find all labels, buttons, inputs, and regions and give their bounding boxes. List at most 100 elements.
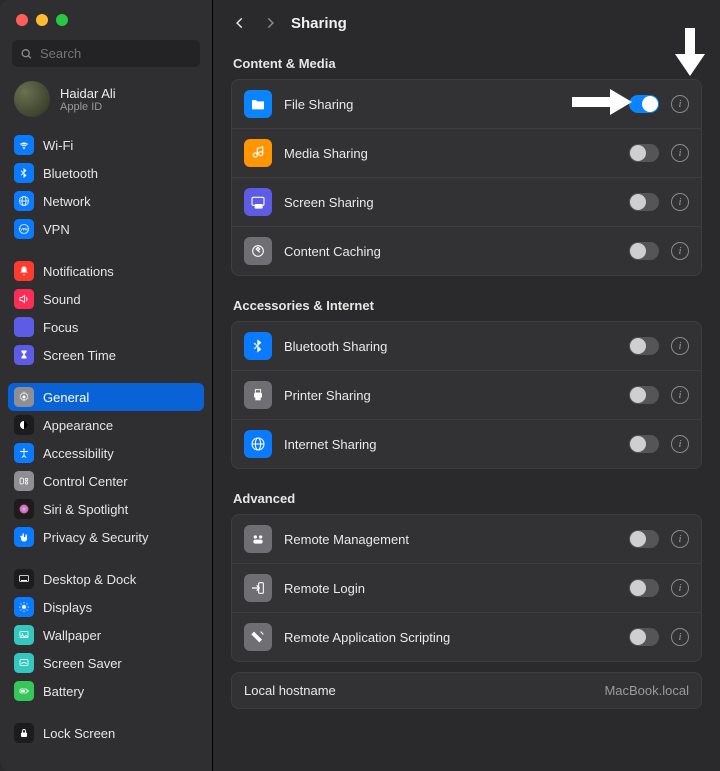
nav-forward-button[interactable]	[261, 14, 279, 32]
sidebar-group: General Appearance Accessibility Control Ce…	[8, 383, 204, 551]
sidebar-item-bluetooth[interactable]: Bluetooth	[8, 159, 204, 187]
toggle-remote-management[interactable]	[629, 530, 659, 548]
sidebar-item-label: Sound	[43, 292, 81, 307]
apple-id-account[interactable]: Haidar Ali Apple ID	[0, 77, 212, 129]
script-icon	[244, 623, 272, 651]
toggle-bluetooth-sharing[interactable]	[629, 337, 659, 355]
sidebar-item-label: Control Center	[43, 474, 128, 489]
sidebar-list: Wi-Fi BluetoothNetworkVPNVPN Notifications…	[0, 129, 212, 771]
annotation-arrow-down-icon	[675, 28, 705, 76]
row-label: Remote Application Scripting	[284, 630, 617, 645]
sidebar-item-label: VPN	[43, 222, 70, 237]
main-header: Sharing	[213, 0, 720, 40]
toggle-internet-sharing[interactable]	[629, 435, 659, 453]
sidebar-item-focus[interactable]: Focus	[8, 313, 204, 341]
info-button[interactable]: i	[671, 95, 689, 113]
row-remote-management: Remote Managementi	[232, 515, 701, 563]
toggle-file-sharing[interactable]	[629, 95, 659, 113]
cache-icon	[244, 237, 272, 265]
row-label: Remote Login	[284, 581, 617, 596]
siri-icon	[14, 499, 34, 519]
sidebar-item-notifications[interactable]: Notifications	[8, 257, 204, 285]
row-remote-application-scripting: Remote Application Scripting i	[232, 612, 701, 661]
hostname-value: MacBook.local	[604, 683, 689, 698]
remote-icon	[244, 525, 272, 553]
sidebar-item-screen-saver[interactable]: Screen Saver	[8, 649, 204, 677]
folder-icon	[244, 90, 272, 118]
section-advanced: AdvancedRemote ManagementiRemote LoginiR…	[213, 475, 720, 668]
toggle-remote-login[interactable]	[629, 579, 659, 597]
search-field-wrap	[12, 40, 200, 67]
toggle-printer-sharing[interactable]	[629, 386, 659, 404]
row-label: Content Caching	[284, 244, 617, 259]
sidebar-item-lock-screen[interactable]: Lock Screen	[8, 719, 204, 747]
info-button[interactable]: i	[671, 242, 689, 260]
sidebar-item-siri-spotlight[interactable]: Siri & Spotlight	[8, 495, 204, 523]
info-button[interactable]: i	[671, 579, 689, 597]
sound-icon	[14, 289, 34, 309]
info-button[interactable]: i	[671, 628, 689, 646]
account-sub: Apple ID	[60, 101, 116, 113]
sidebar-item-desktop-dock[interactable]: Desktop & Dock	[8, 565, 204, 593]
main-pane: Sharing Content & MediaFile SharingiMedi…	[213, 0, 720, 771]
sidebar-group: Desktop & Dock Displays Wallpaper Screen Sa…	[8, 565, 204, 705]
sidebar-item-label: Focus	[43, 320, 78, 335]
sidebar-item-network[interactable]: Network	[8, 187, 204, 215]
info-button[interactable]: i	[671, 530, 689, 548]
sidebar-item-label: Desktop & Dock	[43, 572, 136, 587]
screen-icon	[244, 188, 272, 216]
sidebar-item-battery[interactable]: Battery	[8, 677, 204, 705]
row-label: Bluetooth Sharing	[284, 339, 617, 354]
sidebar-item-label: Wi-Fi	[43, 138, 73, 153]
row-label: Media Sharing	[284, 146, 617, 161]
panel: Remote ManagementiRemote LoginiRemote Ap…	[231, 514, 702, 662]
media-icon	[244, 139, 272, 167]
toggle-remote-application-scripting[interactable]	[629, 628, 659, 646]
sidebar-item-wi-fi[interactable]: Wi-Fi	[8, 131, 204, 159]
sidebar-item-label: Accessibility	[43, 446, 114, 461]
sidebar-item-vpn[interactable]: VPNVPN	[8, 215, 204, 243]
section-content-media: Content & MediaFile SharingiMedia Sharin…	[213, 40, 720, 282]
info-button[interactable]: i	[671, 193, 689, 211]
close-window-button[interactable]	[16, 14, 28, 26]
zoom-window-button[interactable]	[56, 14, 68, 26]
minimize-window-button[interactable]	[36, 14, 48, 26]
row-remote-login: Remote Login i	[232, 563, 701, 612]
hostname-section: Local hostname MacBook.local	[213, 668, 720, 715]
sidebar: Haidar Ali Apple ID Wi-Fi BluetoothNetwor…	[0, 0, 213, 771]
panel: Bluetooth SharingiPrinter SharingiIntern…	[231, 321, 702, 469]
info-button[interactable]: i	[671, 435, 689, 453]
sidebar-item-label: Wallpaper	[43, 628, 101, 643]
sidebar-item-label: Appearance	[43, 418, 113, 433]
info-button[interactable]: i	[671, 337, 689, 355]
sidebar-item-appearance[interactable]: Appearance	[8, 411, 204, 439]
search-input[interactable]	[12, 40, 200, 67]
sidebar-item-privacy-security[interactable]: Privacy & Security	[8, 523, 204, 551]
window-controls	[0, 0, 212, 36]
sidebar-item-wallpaper[interactable]: Wallpaper	[8, 621, 204, 649]
sidebar-item-label: Privacy & Security	[43, 530, 148, 545]
lock-icon	[14, 723, 34, 743]
row-bluetooth-sharing: Bluetooth Sharing i	[232, 322, 701, 370]
nav-back-button[interactable]	[231, 14, 249, 32]
sidebar-item-screen-time[interactable]: Screen Time	[8, 341, 204, 369]
moon-icon	[14, 317, 34, 337]
toggle-media-sharing[interactable]	[629, 144, 659, 162]
wifi-icon	[14, 135, 34, 155]
sidebar-item-label: Screen Saver	[43, 656, 122, 671]
sidebar-item-accessibility[interactable]: Accessibility	[8, 439, 204, 467]
toggle-content-caching[interactable]	[629, 242, 659, 260]
avatar	[14, 81, 50, 117]
info-button[interactable]: i	[671, 386, 689, 404]
sidebar-item-control-center[interactable]: Control Center	[8, 467, 204, 495]
sidebar-group: Lock Screen	[8, 719, 204, 747]
toggle-screen-sharing[interactable]	[629, 193, 659, 211]
bt-icon	[14, 163, 34, 183]
hostname-row[interactable]: Local hostname MacBook.local	[232, 673, 701, 708]
sidebar-item-displays[interactable]: Displays	[8, 593, 204, 621]
sidebar-item-sound[interactable]: Sound	[8, 285, 204, 313]
row-label: File Sharing	[284, 97, 617, 112]
info-button[interactable]: i	[671, 144, 689, 162]
sidebar-item-general[interactable]: General	[8, 383, 204, 411]
hour-icon	[14, 345, 34, 365]
